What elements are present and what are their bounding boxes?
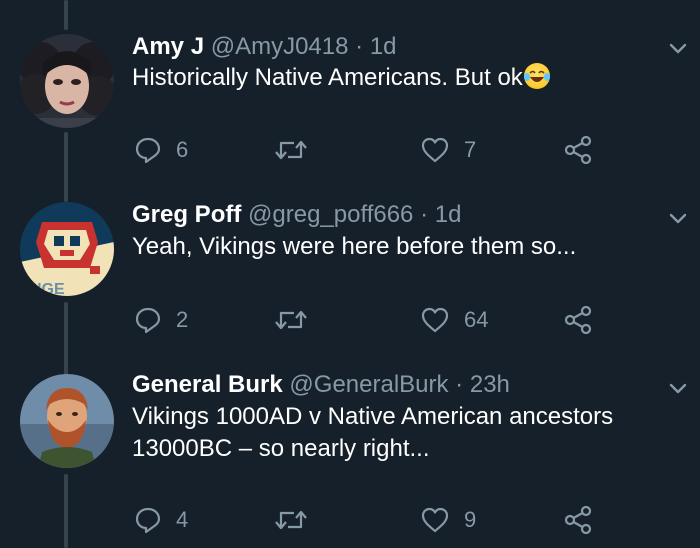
like-button[interactable]: 9 <box>420 506 476 534</box>
timestamp[interactable]: 23h <box>470 371 510 398</box>
reply-icon <box>135 507 161 534</box>
tweet-header: Greg Poff @greg_poff666 · 1d <box>132 200 461 230</box>
heart-icon <box>421 307 449 333</box>
timestamp[interactable]: 1d <box>370 33 397 60</box>
retweet-icon <box>275 510 307 530</box>
display-name[interactable]: Greg Poff <box>132 201 241 228</box>
user-handle[interactable]: @greg_poff666 <box>248 201 413 228</box>
retweet-button[interactable] <box>274 506 322 534</box>
reply-button[interactable]: 2 <box>134 306 188 334</box>
avatar-amy[interactable] <box>20 34 114 128</box>
share-button[interactable] <box>564 506 594 534</box>
heart-icon <box>421 137 449 163</box>
chevron-down-icon[interactable] <box>664 38 692 58</box>
reply-count: 4 <box>176 507 189 532</box>
chevron-down-icon[interactable] <box>664 378 692 398</box>
reply-icon <box>135 307 161 334</box>
thread-line-top <box>64 0 68 30</box>
retweet-icon <box>275 140 307 160</box>
tweet-text: Vikings 1000AD v Native American ancesto… <box>132 401 652 465</box>
like-count: 64 <box>464 307 489 332</box>
heart-icon <box>421 507 449 533</box>
retweet-button[interactable] <box>274 136 322 164</box>
tweet-header: Amy J @AmyJ0418 · 1d <box>132 32 397 62</box>
share-icon <box>564 306 592 334</box>
chevron-down-icon[interactable] <box>664 208 692 228</box>
reply-button[interactable]: 4 <box>134 506 188 534</box>
tweet-text: Historically Native Americans. But ok <box>132 62 652 94</box>
avatar-greg[interactable]: NGE <box>20 202 114 296</box>
share-button[interactable] <box>564 306 594 334</box>
retweet-icon <box>275 310 307 330</box>
display-name[interactable]: General Burk <box>132 371 283 398</box>
user-handle[interactable]: @AmyJ0418 <box>211 33 349 60</box>
user-handle[interactable]: @GeneralBurk <box>289 371 448 398</box>
share-button[interactable] <box>564 136 594 164</box>
reply-icon <box>135 137 161 164</box>
separator-dot: · <box>420 201 429 228</box>
tweet-text-line-2: 13000BC – so nearly right... <box>132 435 430 462</box>
reply-button[interactable]: 6 <box>134 136 188 164</box>
share-icon <box>564 136 592 164</box>
tweet-header: General Burk @GeneralBurk · 23h <box>132 370 510 400</box>
like-button[interactable]: 7 <box>420 136 476 164</box>
face-with-tears-of-joy-icon <box>523 63 550 89</box>
display-name[interactable]: Amy J <box>132 33 204 60</box>
reply-count: 2 <box>176 307 189 332</box>
tweet-greg[interactable]: NGE Greg Poff @greg_poff666 · 1d Yeah, V… <box>0 200 700 350</box>
like-count: 7 <box>464 137 477 162</box>
tweet-amy[interactable]: Amy J @AmyJ0418 · 1d Historically Native… <box>0 30 700 180</box>
retweet-button[interactable] <box>274 306 322 334</box>
separator-dot: · <box>355 33 364 60</box>
avatar-general-burk[interactable] <box>20 374 114 468</box>
tweet-text: Yeah, Vikings were here before them so..… <box>132 233 577 260</box>
tweet-general-burk[interactable]: General Burk @GeneralBurk · 23h Vikings … <box>0 370 700 548</box>
share-icon <box>564 506 592 534</box>
tweet-text-content: Historically Native Americans. But ok <box>132 64 523 91</box>
timestamp[interactable]: 1d <box>435 201 462 228</box>
tweet-text-line-1: Vikings 1000AD v Native American ancesto… <box>132 403 614 430</box>
avatar-poster-text: NGE <box>30 281 65 296</box>
like-count: 9 <box>464 507 477 532</box>
separator-dot: · <box>455 371 464 398</box>
like-button[interactable]: 64 <box>420 306 488 334</box>
reply-count: 6 <box>176 137 189 162</box>
